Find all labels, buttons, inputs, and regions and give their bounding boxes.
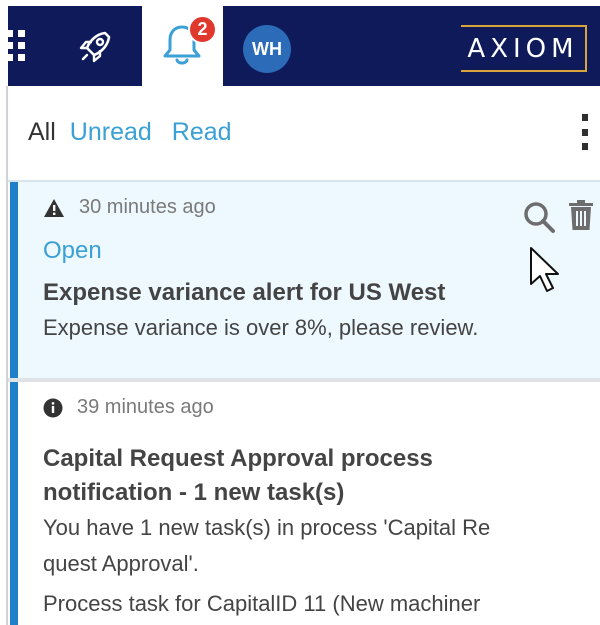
rocket-button[interactable] [72, 24, 118, 70]
axiom-logo: AXIOM [461, 25, 587, 72]
notification-body-line: quest Approval'. [43, 551, 199, 576]
more-options-icon[interactable] [578, 114, 592, 150]
notification-body-line: Process task for CapitalID 11 (New machi… [43, 591, 481, 616]
grid-icon [6, 30, 26, 62]
notification-body-line: You have 1 new task(s) in process 'Capit… [43, 515, 491, 540]
user-avatar[interactable]: WH [243, 25, 291, 73]
notification-item[interactable]: 30 minutes ago Open Expense variance ale… [10, 182, 600, 378]
mouse-cursor-icon [530, 247, 559, 292]
card-accent-bar [10, 182, 18, 378]
trash-icon[interactable] [568, 199, 594, 231]
notification-title: Expense variance alert for US West [43, 279, 446, 306]
filter-unread[interactable]: Unread [70, 118, 152, 147]
notification-time: 30 minutes ago [79, 196, 216, 218]
notification-body-line: Expense variance is over 8%, please revi… [43, 315, 479, 340]
left-rail [6, 86, 8, 625]
notification-count-badge: 2 [188, 15, 217, 44]
app-grid-button[interactable] [6, 6, 36, 86]
notification-filters: All Unread Read [28, 116, 232, 148]
notification-meta: 30 minutes ago [43, 196, 216, 219]
notification-status: Open [43, 237, 102, 264]
filter-all[interactable]: All [28, 118, 56, 147]
notification-meta: 39 minutes ago [43, 396, 214, 419]
notification-item[interactable]: 39 minutes ago Capital Request Approval … [10, 382, 600, 625]
rocket-icon [79, 31, 111, 63]
warning-icon [43, 198, 65, 218]
notification-time: 39 minutes ago [77, 396, 214, 418]
info-icon [43, 398, 63, 418]
card-accent-bar [10, 382, 18, 625]
search-icon[interactable] [522, 200, 556, 234]
filter-read[interactable]: Read [172, 118, 232, 147]
notification-title: Capital Request Approval process notific… [43, 445, 433, 506]
top-navigation-bar: 2 WH AXIOM [0, 0, 600, 88]
